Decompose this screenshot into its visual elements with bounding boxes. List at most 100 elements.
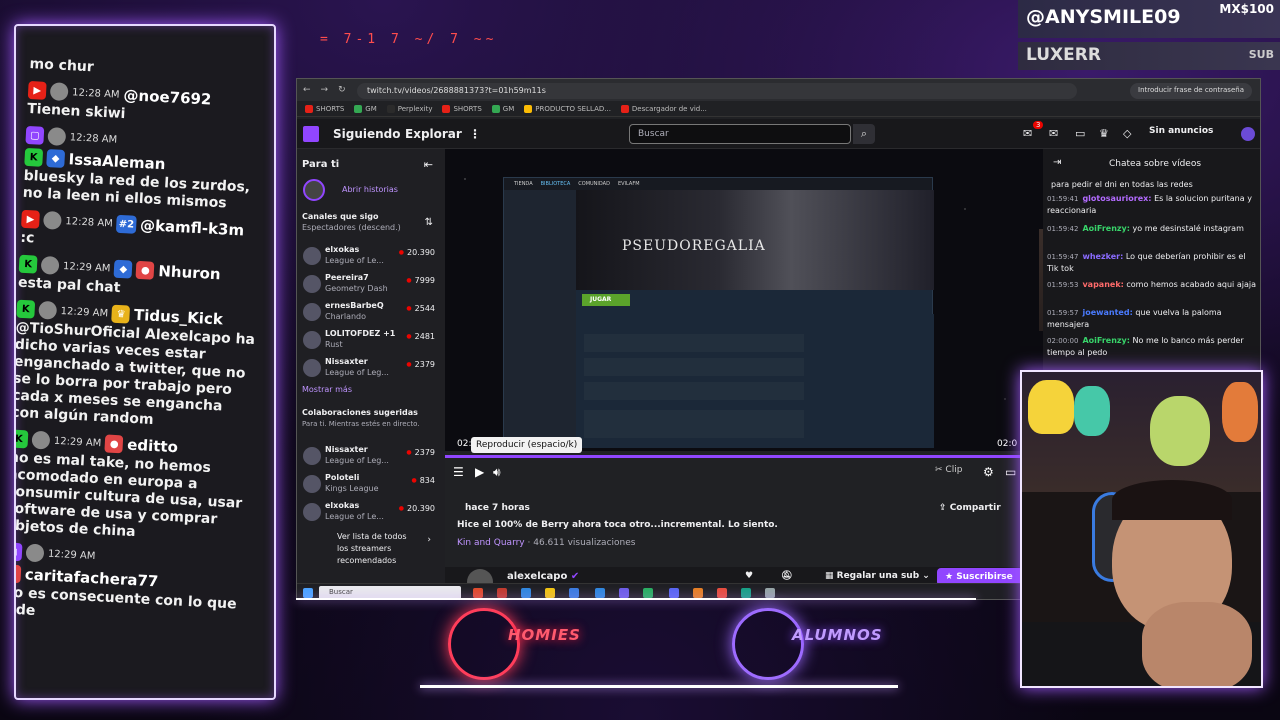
rank-badge: #2 <box>116 214 137 234</box>
brave-icon[interactable] <box>473 588 483 598</box>
store-icon[interactable] <box>569 588 579 598</box>
more-icon[interactable]: ⋮ <box>469 127 481 141</box>
bookmark-item[interactable]: Descargador de vid... <box>620 104 707 113</box>
theatre-mode-icon[interactable]: ▭ <box>1005 465 1016 479</box>
sidebar-channel[interactable]: elxokasLeague of Le...20.390 <box>303 501 435 525</box>
avatar <box>47 127 67 146</box>
share-button[interactable]: ⇪ Compartir <box>939 503 1001 513</box>
followed-header: Canales que sigo Espectadores (descend.) <box>302 212 401 232</box>
chat-time: 12:29 AM <box>62 260 111 274</box>
channel-name[interactable]: alexelcapo ✔ <box>507 571 579 582</box>
forward-icon[interactable]: → <box>321 85 329 95</box>
playlist-icon[interactable]: ☰ <box>453 465 464 479</box>
windows-start-icon[interactable] <box>303 588 313 598</box>
chevron-right-icon[interactable]: › <box>427 535 431 545</box>
open-stories-link[interactable]: Abrir historias <box>342 185 398 194</box>
gift-sub-button[interactable]: ▦ Regalar una sub ⌄ <box>825 571 930 581</box>
sidebar-channel[interactable]: ernesBarbeQCharlando2544 <box>303 301 435 325</box>
chrome-icon[interactable] <box>643 588 653 598</box>
sidebar-channel[interactable]: elxokasLeague of Le...20.390 <box>303 245 435 269</box>
back-icon[interactable]: ← <box>303 85 311 95</box>
bookmark-item[interactable]: SHORTS <box>305 104 344 113</box>
neon-divider <box>420 685 898 688</box>
chat-message-text: @TioShurOficial Alexelcapo ha dicho vari… <box>14 319 256 428</box>
chat-username: Tidus_Kick <box>133 305 224 329</box>
avatar <box>303 359 321 377</box>
see-all-recommended-link[interactable]: Ver lista de todos los streamers recomen… <box>337 531 417 567</box>
address-bar[interactable]: twitch.tv/videos/2688881373?t=01h59m11s <box>357 83 1077 99</box>
progress-fill <box>445 455 1026 458</box>
app-icon[interactable] <box>765 588 775 598</box>
app-icon[interactable] <box>595 588 605 598</box>
video-player[interactable]: TIENDA BIBLIOTECA COMUNIDAD EVILAFM PSEU… <box>445 149 1043 451</box>
sidebar-channel[interactable]: PoloteliKings League834 <box>303 473 435 497</box>
app-icon[interactable] <box>693 588 703 598</box>
sidebar-channel[interactable]: NissaxterLeague of Leg...2379 <box>303 445 435 469</box>
steam-tabs: TIENDA BIBLIOTECA COMUNIDAD EVILAFM <box>504 178 932 190</box>
avatar <box>303 447 321 465</box>
app-icon[interactable] <box>741 588 751 598</box>
nav-browse[interactable]: Explorar <box>405 127 462 141</box>
collapse-icon[interactable]: ⇤ <box>424 158 433 171</box>
steam-activity <box>576 314 934 448</box>
show-more-link[interactable]: Mostrar más <box>302 385 352 394</box>
bookmark-item[interactable]: PRODUCTO SELLAD... <box>524 104 611 113</box>
subscriber-name: LUXERR <box>1026 45 1101 65</box>
chat-time: 12:28 AM <box>65 215 114 230</box>
folder-icon[interactable] <box>545 588 555 598</box>
avatar <box>25 543 45 563</box>
sidebar-channel[interactable]: Peereira7Geometry Dash7999 <box>303 273 435 297</box>
youtube-icon: ▶ <box>20 209 40 229</box>
sidebar-channel[interactable]: NissaxterLeague of Leg...2379 <box>303 357 435 381</box>
vod-chat-message: 01:59:47 whezker: Lo que deberían prohibi… <box>1047 252 1246 273</box>
chat-username: editto <box>126 435 179 457</box>
search-icon[interactable]: ⌕ <box>853 124 875 144</box>
chat-message: K 12:29 AM ● editto no es mal take, no hemo… <box>16 427 250 546</box>
search-input[interactable]: Buscar <box>629 124 851 144</box>
avatar <box>303 275 321 293</box>
avatar[interactable] <box>303 179 325 201</box>
vod-chat-message: para pedir el dni en todas las redes <box>1051 180 1193 189</box>
sidebar-channel[interactable]: LOLITOFDEZ +1Rust2481 <box>303 329 435 353</box>
notifications-icon[interactable]: ✉ <box>1023 127 1032 140</box>
crown-icon: ♛ <box>111 304 131 324</box>
discord-icon[interactable] <box>669 588 679 598</box>
bookmark-item[interactable]: Perplexity <box>386 104 432 113</box>
avatar[interactable] <box>1241 127 1255 141</box>
kick-icon: K <box>16 429 29 449</box>
bookmark-item[interactable]: GM <box>354 104 377 113</box>
edge-icon[interactable] <box>521 588 531 598</box>
steam-library-screen: TIENDA BIBLIOTECA COMUNIDAD EVILAFM PSEU… <box>503 177 934 448</box>
bookmark-item[interactable]: SHORTS <box>442 104 482 113</box>
collab-header: Colaboraciones sugeridas Para ti. Mientra… <box>302 408 420 428</box>
bookmark-item[interactable]: GM <box>491 104 514 113</box>
inbox-icon[interactable]: ✉ <box>1049 127 1058 140</box>
bits-icon[interactable]: ◇ <box>1123 127 1131 140</box>
reload-icon[interactable]: ↻ <box>338 85 346 95</box>
bell-icon[interactable]: 🔕︎ <box>781 571 792 581</box>
settings-gear-icon[interactable]: ⚙ <box>983 465 994 479</box>
nav-following[interactable]: Siguiendo <box>333 127 401 141</box>
twitch-logo-icon[interactable] <box>303 126 319 142</box>
app-icon[interactable] <box>619 588 629 598</box>
prime-icon[interactable]: ♛ <box>1099 127 1109 140</box>
expand-icon[interactable]: ⇥ <box>1053 157 1061 168</box>
sort-icon[interactable]: ⇅ <box>425 217 433 228</box>
vod-chat-message: 01:59:53 vapanek: como hemos acabado aqui… <box>1047 280 1256 289</box>
play-tooltip: Reproducir (espacio/k) <box>471 437 583 453</box>
clip-button[interactable]: ✂ Clip <box>935 465 962 475</box>
play-icon[interactable]: ▶ <box>475 465 484 479</box>
opera-icon[interactable] <box>497 588 507 598</box>
whispers-icon[interactable]: ▭ <box>1075 127 1085 140</box>
chat-time: 12:29 AM <box>47 548 96 562</box>
heart-icon[interactable]: ♥ <box>745 571 753 581</box>
pokeball-icon[interactable] <box>717 588 727 598</box>
ad-free-button[interactable]: Sin anuncios <box>1149 126 1213 136</box>
youtube-icon: ▶ <box>27 80 47 100</box>
progress-bar[interactable] <box>445 455 1043 458</box>
notification-count: 3 <box>1033 121 1044 129</box>
volume-icon[interactable]: 🔊︎ <box>493 465 501 480</box>
password-chip[interactable]: Introducir frase de contraseña <box>1130 83 1252 99</box>
donor-name: @ANYSMILE09 <box>1026 6 1181 28</box>
video-game-link[interactable]: Kin and Quarry · 46.611 visualizaciones <box>457 538 635 548</box>
